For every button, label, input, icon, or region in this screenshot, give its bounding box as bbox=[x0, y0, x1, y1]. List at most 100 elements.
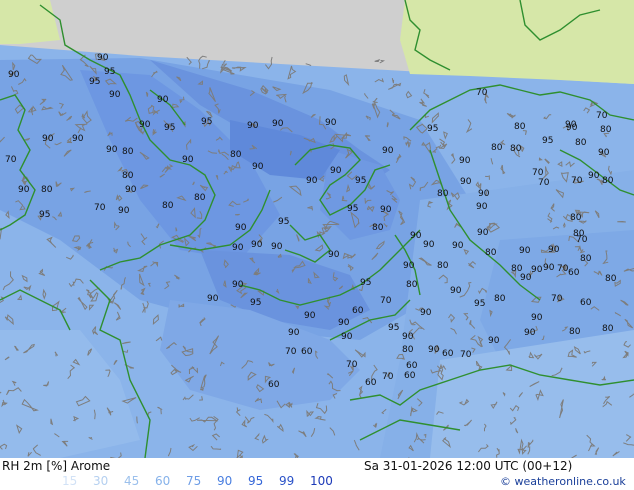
isoline-label: 90 bbox=[118, 206, 130, 216]
isoline-label: 70 bbox=[380, 296, 392, 306]
isoline-label: 90 bbox=[139, 120, 151, 130]
isoline-label: 95 bbox=[104, 67, 115, 77]
isoline-label: 90 bbox=[524, 328, 536, 338]
isoline-label: 80 bbox=[575, 138, 587, 148]
isoline-label: 95 bbox=[347, 204, 358, 214]
legend-item: 99 bbox=[279, 474, 295, 488]
map-title: RH 2m [%] Arome bbox=[2, 459, 111, 473]
isoline-label: 90 bbox=[548, 245, 560, 255]
isoline-label: 90 bbox=[97, 53, 109, 63]
isoline-label: 60 bbox=[301, 347, 313, 357]
isoline-label: 90 bbox=[232, 243, 244, 253]
isoline-label: 90 bbox=[478, 189, 490, 199]
isoline-label: 90 bbox=[459, 156, 471, 166]
isoline-label: 80 bbox=[372, 223, 384, 233]
site-credit[interactable]: © weatheronline.co.uk bbox=[500, 475, 626, 488]
isoline-label: 80 bbox=[511, 264, 523, 274]
isoline-label: 70 bbox=[346, 360, 358, 370]
isoline-label: 70 bbox=[460, 350, 472, 360]
isoline-label: 95 bbox=[164, 123, 175, 133]
color-legend: 15 30 45 60 75 90 95 99 100 bbox=[62, 474, 341, 488]
isoline-label: 80 bbox=[514, 122, 526, 132]
isoline-label: 90 bbox=[566, 123, 578, 133]
isoline-label: 80 bbox=[569, 327, 581, 337]
isoline-label: 90 bbox=[338, 318, 350, 328]
isoline-label: 70 bbox=[571, 176, 583, 186]
isoline-label: 70 bbox=[596, 111, 608, 121]
isoline-label: 90 bbox=[402, 332, 414, 342]
isoline-label: 90 bbox=[288, 328, 300, 338]
isoline-label: 80 bbox=[437, 261, 449, 271]
isoline-label: 80 bbox=[162, 201, 174, 211]
isoline-label: 80 bbox=[41, 185, 53, 195]
isoline-label: 80 bbox=[605, 274, 617, 284]
isoline-label: 90 bbox=[460, 177, 472, 187]
isoline-label: 80 bbox=[600, 125, 612, 135]
isoline-label: 90 bbox=[109, 90, 121, 100]
isoline-label: 90 bbox=[247, 121, 259, 131]
isoline-label: 80 bbox=[602, 176, 614, 186]
legend-item: 15 bbox=[62, 474, 78, 488]
legend-item: 100 bbox=[310, 474, 333, 488]
isoline-label: 90 bbox=[272, 119, 284, 129]
isoline-label: 80 bbox=[402, 345, 414, 355]
isoline-label: 90 bbox=[410, 231, 422, 241]
isoline-label: 90 bbox=[428, 345, 440, 355]
isoline-label: 70 bbox=[476, 88, 488, 98]
isoline-label: 90 bbox=[157, 95, 169, 105]
forecast-datetime: Sa 31-01-2026 12:00 UTC (00+12) bbox=[364, 459, 573, 473]
isoline-label: 70 bbox=[538, 178, 550, 188]
legend-item: 45 bbox=[124, 474, 140, 488]
isoline-label: 70 bbox=[532, 168, 544, 178]
isoline-label: 60 bbox=[406, 361, 418, 371]
isoline-label: 80 bbox=[122, 147, 134, 157]
isoline-label: 60 bbox=[352, 306, 364, 316]
isoline-label: 70 bbox=[382, 372, 394, 382]
isoline-label: 90 bbox=[519, 246, 531, 256]
isoline-label: 90 bbox=[452, 241, 464, 251]
isoline-label: 70 bbox=[557, 264, 569, 274]
isoline-label: 90 bbox=[271, 242, 283, 252]
rh-map: 90 95 90 95 90 90 90 95 90 90 95 90 90 90 90 80 70 90 80 90… bbox=[0, 0, 634, 458]
isoline-label: 90 bbox=[125, 185, 137, 195]
legend-item: 90 bbox=[217, 474, 233, 488]
isoline-label: 80 bbox=[491, 143, 503, 153]
isoline bbox=[617, 220, 626, 223]
isoline-label: 80 bbox=[485, 248, 497, 258]
isoline-label: 70 bbox=[5, 155, 17, 165]
isoline-label: 60 bbox=[365, 378, 377, 388]
isoline-label: 90 bbox=[341, 332, 353, 342]
isoline-label: 80 bbox=[494, 294, 506, 304]
isoline-label: 90 bbox=[306, 176, 318, 186]
isoline-label: 90 bbox=[330, 166, 342, 176]
isoline-label: 90 bbox=[588, 171, 600, 181]
isoline-label: 90 bbox=[476, 202, 488, 212]
isoline-label: 80 bbox=[602, 324, 614, 334]
isoline-label: 60 bbox=[568, 268, 580, 278]
isoline-label: 90 bbox=[106, 145, 118, 155]
isoline-label: 80 bbox=[406, 280, 418, 290]
map-area: 90 95 90 95 90 90 90 95 90 90 95 90 90 90 90 80 70 90 80 90… bbox=[0, 0, 634, 458]
isoline-label: 95 bbox=[201, 117, 212, 127]
isoline-label: 60 bbox=[580, 298, 592, 308]
isoline-label: 70 bbox=[551, 294, 563, 304]
isoline-label: 90 bbox=[382, 146, 394, 156]
isoline-label: 80 bbox=[122, 171, 134, 181]
isoline-label: 70 bbox=[94, 203, 106, 213]
isoline-label: 60 bbox=[404, 371, 416, 381]
isoline bbox=[136, 416, 138, 424]
isoline-label: 80 bbox=[437, 189, 449, 199]
isoline-label: 70 bbox=[285, 347, 297, 357]
isoline-label: 90 bbox=[8, 70, 20, 80]
isoline-label: 95 bbox=[427, 124, 438, 134]
isoline-label: 90 bbox=[232, 280, 244, 290]
isoline-label: 95 bbox=[360, 278, 371, 288]
isoline-label: 95 bbox=[250, 298, 261, 308]
isoline-label: 95 bbox=[474, 299, 485, 309]
isoline bbox=[235, 213, 240, 216]
legend-item: 30 bbox=[93, 474, 109, 488]
isoline-label: 90 bbox=[598, 148, 610, 158]
isoline-label: 90 bbox=[403, 261, 415, 271]
isoline-label: 95 bbox=[39, 210, 50, 220]
isoline-label: 90 bbox=[182, 155, 194, 165]
